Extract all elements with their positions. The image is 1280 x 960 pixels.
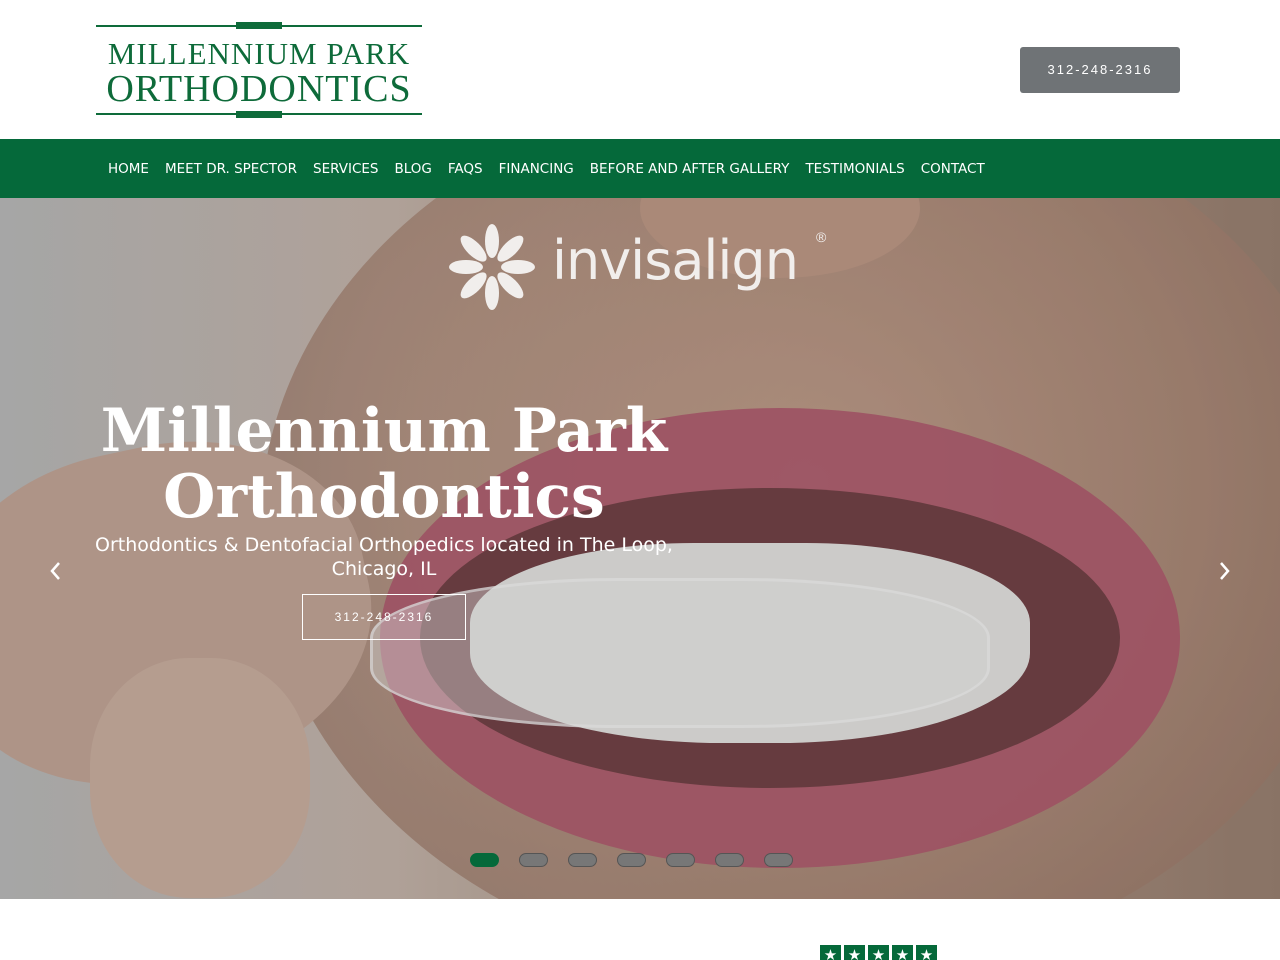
slider-prev-button[interactable] — [44, 556, 68, 586]
nav-item-financing[interactable]: FINANCING — [491, 161, 582, 177]
chevron-right-icon — [1220, 562, 1230, 580]
nav-item-faqs[interactable]: FAQS — [440, 161, 491, 177]
logo-line-2: ORTHODONTICS — [106, 68, 412, 110]
star-icon: ★ — [820, 945, 841, 960]
nav-list: HOME MEET DR. SPECTOR SERVICES BLOG FAQS… — [100, 139, 993, 198]
logo-tab-top — [236, 22, 282, 29]
header-phone-button[interactable]: 312-248-2316 — [1020, 47, 1180, 93]
slider-dot-1[interactable] — [470, 853, 499, 867]
site-logo[interactable]: MILLENNIUM PARK ORTHODONTICS — [96, 22, 422, 118]
nav-item-meet-dr-spector[interactable]: MEET DR. SPECTOR — [157, 161, 305, 177]
star-icon: ★ — [844, 945, 865, 960]
logo-tab-bottom — [236, 111, 282, 118]
chevron-left-icon — [50, 562, 60, 580]
main-nav: HOME MEET DR. SPECTOR SERVICES BLOG FAQS… — [0, 139, 1280, 198]
hero-slider: invisalign ® Millennium Park Orthodontic… — [0, 198, 1280, 899]
hero-title-line-1: Millennium Park — [100, 396, 668, 466]
hero-title: Millennium Park Orthodontics — [84, 398, 684, 530]
review-stars: ★ ★ ★ ★ ★ — [820, 945, 940, 960]
hero-subtitle-line-2: Chicago, IL — [331, 558, 437, 580]
nav-item-contact[interactable]: CONTACT — [913, 161, 993, 177]
star-icon: ★ — [916, 945, 937, 960]
site-header: MILLENNIUM PARK ORTHODONTICS 312-248-231… — [0, 0, 1280, 139]
nav-item-home[interactable]: HOME — [100, 161, 157, 177]
hero-title-line-2: Orthodontics — [163, 462, 605, 532]
hero-subtitle: Orthodontics & Dentofacial Orthopedics l… — [84, 533, 684, 581]
invisalign-logo: invisalign ® — [448, 223, 838, 313]
slider-dot-4[interactable] — [617, 853, 646, 867]
hero-phone-button[interactable]: 312-248-2316 — [302, 594, 466, 640]
slider-dot-2[interactable] — [519, 853, 548, 867]
slider-dot-3[interactable] — [568, 853, 597, 867]
invisalign-wordmark: invisalign — [552, 229, 799, 292]
slider-next-button[interactable] — [1212, 556, 1236, 586]
invisalign-flower-icon — [449, 224, 535, 310]
slider-pagination — [470, 853, 813, 867]
nav-item-blog[interactable]: BLOG — [387, 161, 440, 177]
star-icon: ★ — [868, 945, 889, 960]
slider-dot-7[interactable] — [764, 853, 793, 867]
nav-item-services[interactable]: SERVICES — [305, 161, 386, 177]
slider-dot-6[interactable] — [715, 853, 744, 867]
star-icon: ★ — [892, 945, 913, 960]
logo-line-1: MILLENNIUM PARK — [107, 36, 411, 71]
nav-item-before-after-gallery[interactable]: BEFORE AND AFTER GALLERY — [582, 161, 798, 177]
slider-dot-5[interactable] — [666, 853, 695, 867]
registered-mark: ® — [816, 229, 827, 245]
hero-subtitle-line-1: Orthodontics & Dentofacial Orthopedics l… — [95, 534, 673, 556]
nav-item-testimonials[interactable]: TESTIMONIALS — [797, 161, 912, 177]
